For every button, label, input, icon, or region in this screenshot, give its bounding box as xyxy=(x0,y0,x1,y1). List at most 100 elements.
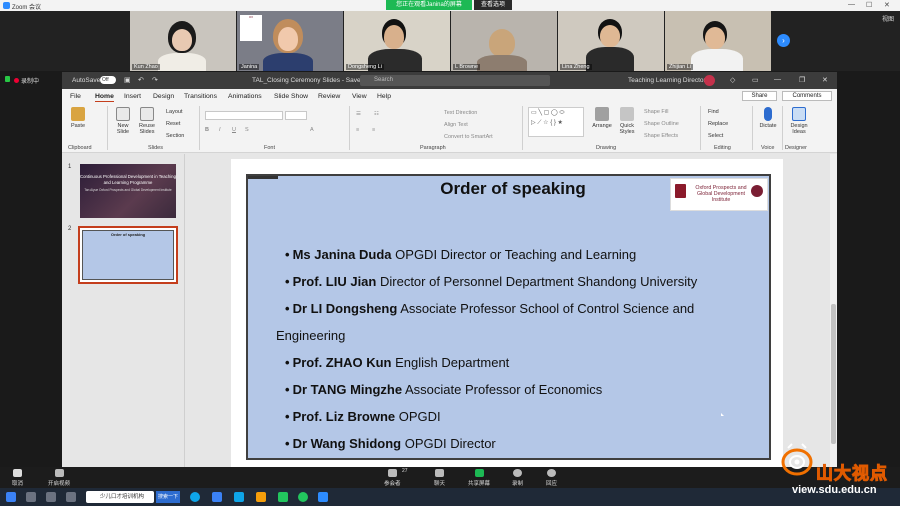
wechat-icon[interactable] xyxy=(278,492,288,502)
font-color-icon[interactable]: A xyxy=(310,127,314,133)
menu-slide-show[interactable]: Slide Show xyxy=(274,93,308,100)
participant-tile[interactable]: L Browne xyxy=(451,11,557,71)
align-text-button[interactable]: Align Text xyxy=(444,122,468,128)
participant-tile[interactable]: Dongsheng Li xyxy=(344,11,450,71)
autosave-toggle[interactable]: Off xyxy=(100,76,116,84)
shape-fill-button[interactable]: Shape Fill xyxy=(644,109,668,115)
italic-icon[interactable]: I xyxy=(219,127,221,133)
participant-tile[interactable]: Lina Zheng xyxy=(558,11,664,71)
minimize-icon[interactable]: — xyxy=(848,1,855,8)
minimize-icon[interactable]: — xyxy=(774,76,781,83)
avatar[interactable] xyxy=(704,75,715,86)
bold-icon[interactable]: B xyxy=(205,127,209,133)
store-icon[interactable] xyxy=(212,492,222,502)
taskbar-search-button[interactable]: 搜索一下 xyxy=(156,491,180,503)
diamond-icon[interactable]: ◇ xyxy=(730,76,735,84)
mail-icon[interactable] xyxy=(234,492,244,502)
slide-thumbnail-2[interactable]: Order of speaking xyxy=(78,226,178,284)
edge-icon[interactable] xyxy=(190,492,200,502)
bullets-icon[interactable]: ☰ xyxy=(356,111,361,117)
vertical-scrollbar[interactable] xyxy=(830,154,837,467)
convert-smartart-button[interactable]: Convert to SmartArt xyxy=(444,134,493,140)
replace-button[interactable]: Replace xyxy=(708,121,728,127)
font-size-select[interactable] xyxy=(285,111,307,120)
slide[interactable]: Order of speaking Oxford Prospects and G… xyxy=(231,159,783,467)
design-ideas-button[interactable]: Design Ideas xyxy=(786,107,812,135)
save-icon[interactable]: ▣ xyxy=(124,76,131,84)
menu-insert[interactable]: Insert xyxy=(124,93,141,100)
messaging-icon[interactable] xyxy=(298,492,308,502)
arrange-button[interactable]: Arrange xyxy=(590,107,614,129)
participant-tile[interactable]: OX Janina xyxy=(237,11,343,71)
video-button[interactable]: 开启视频 xyxy=(48,469,70,487)
find-button[interactable]: Find xyxy=(708,109,719,115)
menu-design[interactable]: Design xyxy=(153,93,174,100)
menu-file[interactable]: File xyxy=(70,93,81,100)
design-ideas-icon xyxy=(792,107,806,121)
speaker-item: • Prof. LIU Jian Director of Personnel De… xyxy=(285,274,698,289)
taskbar-search-input[interactable]: 少儿口才培训机构 xyxy=(86,491,154,503)
speaker-item: • Prof. Liz Browne OPGDI xyxy=(285,409,441,424)
participant-tile[interactable]: Zhijian Li xyxy=(665,11,771,71)
close-icon[interactable]: ✕ xyxy=(822,76,828,84)
shape-outline-button[interactable]: Shape Outline xyxy=(644,121,679,127)
user-name: Teaching Learning Director xyxy=(628,77,706,84)
numbering-icon[interactable]: ☷ xyxy=(374,111,379,117)
comments-button[interactable]: Comments xyxy=(782,91,832,101)
undo-icon[interactable]: ↶ xyxy=(138,76,144,84)
task-view-icon[interactable] xyxy=(46,492,56,502)
view-layout-button[interactable]: 视图 xyxy=(882,14,894,23)
record-button[interactable]: 录制 xyxy=(512,469,523,487)
search-icon[interactable] xyxy=(26,492,36,502)
windows-start-icon[interactable] xyxy=(6,492,16,502)
thumbnail-number: 1 xyxy=(68,164,72,170)
menu-help[interactable]: Help xyxy=(377,93,391,100)
ribbon-display-icon[interactable]: ▭ xyxy=(752,76,759,84)
paste-button[interactable]: Paste xyxy=(68,107,88,129)
participant-tile[interactable]: Kun Zhao xyxy=(130,11,236,71)
shapes-gallery[interactable]: ▭ ╲ ▢ ◯ ⬭ ▷ ⟋ ☆ { } ★ xyxy=(528,107,584,137)
close-icon[interactable]: ✕ xyxy=(884,1,890,9)
align-left-icon[interactable]: ≡ xyxy=(356,127,359,133)
view-options-button[interactable]: 查看选项 xyxy=(474,0,512,10)
new-slide-button[interactable]: New Slide xyxy=(112,107,134,135)
menu-review[interactable]: Review xyxy=(318,93,340,100)
quick-styles-button[interactable]: Quick Styles xyxy=(617,107,637,135)
dictate-button[interactable]: Dictate xyxy=(756,107,780,129)
select-button[interactable]: Select xyxy=(708,133,723,139)
security-shield-icon[interactable] xyxy=(5,76,10,82)
section-button[interactable]: Section xyxy=(166,133,184,139)
share-screen-button[interactable]: 共享屏幕 xyxy=(468,469,490,487)
chat-button[interactable]: 聊天 xyxy=(434,469,445,487)
font-name-select[interactable] xyxy=(205,111,283,120)
menu-home[interactable]: Home xyxy=(95,93,114,102)
participant-name: Janina xyxy=(239,64,260,70)
reuse-slides-label: Reuse Slides xyxy=(139,123,155,135)
powerpoint-window: AutoSave Off ▣ ↶ ↷ TAL_Closing Ceremony … xyxy=(62,72,837,467)
center-icon[interactable]: ≡ xyxy=(372,127,375,133)
restore-icon[interactable]: ❐ xyxy=(799,76,805,84)
strikethrough-icon[interactable]: S xyxy=(245,127,249,133)
menu-transitions[interactable]: Transitions xyxy=(184,93,217,100)
mute-button[interactable]: 取消 xyxy=(12,469,23,487)
text-direction-button[interactable]: Text Direction xyxy=(444,110,477,116)
zoom-app-icon[interactable] xyxy=(318,492,328,502)
folder-icon[interactable] xyxy=(256,492,266,502)
redo-icon[interactable]: ↷ xyxy=(152,76,158,84)
maximize-icon[interactable]: ☐ xyxy=(866,1,872,9)
next-page-arrow-icon[interactable]: › xyxy=(777,34,790,47)
shape-effects-button[interactable]: Shape Effects xyxy=(644,133,678,139)
share-button[interactable]: Share xyxy=(742,91,777,101)
widgets-icon[interactable] xyxy=(66,492,76,502)
slide-thumbnail-1[interactable]: Continuous Professional Development in T… xyxy=(80,164,176,218)
participants-button[interactable]: 参会者 xyxy=(384,469,401,487)
menu-animations[interactable]: Animations xyxy=(228,93,262,100)
reuse-slides-button[interactable]: Reuse Slides xyxy=(136,107,158,135)
layout-button[interactable]: Layout xyxy=(166,109,183,115)
underline-icon[interactable]: U xyxy=(232,127,236,133)
reset-button[interactable]: Reset xyxy=(166,121,180,127)
menu-view[interactable]: View xyxy=(352,93,367,100)
ppt-search-input[interactable]: Search xyxy=(360,75,550,86)
speaker-item: • Dr LI Dongsheng Associate Professor Sch… xyxy=(276,301,695,343)
reactions-button[interactable]: 回应 xyxy=(546,469,557,487)
